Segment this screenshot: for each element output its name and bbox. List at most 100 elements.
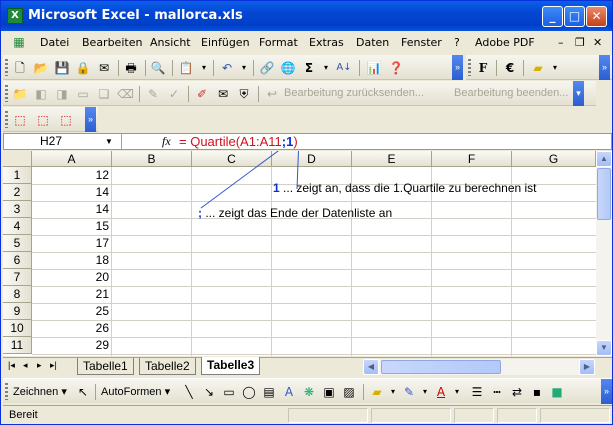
textbox-icon[interactable]: ▤ <box>261 384 277 400</box>
toolbar-grip[interactable] <box>5 59 8 76</box>
arrow-style-icon[interactable]: ⇄ <box>509 384 525 400</box>
scroll-up-icon[interactable]: ▲ <box>596 151 612 167</box>
worksheet-grid[interactable]: A B C D E F G 1 12 2 14 3 14 4 15 5 17 6… <box>3 151 596 356</box>
oval-icon[interactable]: ◯ <box>241 384 257 400</box>
toolbar-grip[interactable] <box>5 85 8 102</box>
horizontal-scroll-thumb[interactable] <box>381 360 501 374</box>
euro-icon[interactable]: € <box>502 60 518 76</box>
autosum-dropdown-icon[interactable]: ▾ <box>318 60 334 76</box>
first-sheet-icon[interactable]: |◂ <box>8 360 15 371</box>
new-icon[interactable]: 🗋 <box>12 60 28 76</box>
protect-icon[interactable]: ⛨ <box>236 86 252 102</box>
menu-extras[interactable]: Extras <box>309 36 344 49</box>
line-icon[interactable]: ╲ <box>181 384 197 400</box>
research-icon[interactable]: 🔍 <box>150 60 166 76</box>
menu-adobe-pdf[interactable]: Adobe PDF <box>475 36 535 49</box>
insert-function-icon[interactable]: fx <box>162 134 171 149</box>
diagram-icon[interactable]: ❋ <box>301 384 317 400</box>
scroll-right-icon[interactable]: ▶ <box>579 359 595 375</box>
doc-close-button[interactable]: ✕ <box>593 36 602 49</box>
previous-comment-icon[interactable]: ◧ <box>33 86 49 102</box>
drawing-toolbar-chevron[interactable]: » <box>601 379 612 404</box>
menu-daten[interactable]: Daten <box>356 36 389 49</box>
convert-to-pdf-icon[interactable]: ⬚ <box>12 112 28 128</box>
arrow-icon[interactable]: ↘ <box>201 384 217 400</box>
save-icon[interactable]: 💾 <box>54 60 70 76</box>
pdf-email-icon[interactable]: ⬚ <box>35 112 51 128</box>
edit-icon[interactable]: ✐ <box>194 86 210 102</box>
show-comment-icon[interactable]: ▭ <box>75 86 91 102</box>
vertical-scroll-thumb[interactable] <box>597 168 611 220</box>
show-all-comments-icon[interactable]: ❏ <box>96 86 112 102</box>
shadow-icon[interactable]: ▪ <box>529 384 545 400</box>
toolbar-options-chevron[interactable]: » <box>452 55 463 80</box>
rectangle-icon[interactable]: ▭ <box>221 384 237 400</box>
zeichnen-menu[interactable]: Zeichnen ▾ <box>13 385 67 398</box>
open-icon[interactable]: 📂 <box>33 60 49 76</box>
autosum-icon[interactable]: Σ <box>301 60 317 76</box>
font-color-icon[interactable]: A <box>433 384 449 400</box>
toolbar-grip[interactable] <box>5 111 8 128</box>
close-button[interactable]: ✕ <box>586 6 607 27</box>
paste-icon[interactable]: 📋 <box>178 60 194 76</box>
scroll-down-icon[interactable]: ▼ <box>596 340 612 356</box>
font-color-dropdown-icon[interactable]: ▾ <box>449 384 465 400</box>
bold-icon[interactable]: F <box>475 60 491 76</box>
chart-wizard-icon[interactable]: 📊 <box>366 60 382 76</box>
sort-ascending-icon[interactable]: A↓ <box>336 60 352 76</box>
accept-change-icon[interactable]: ✓ <box>166 86 182 102</box>
menu-bearbeiten[interactable]: Bearbeiten <box>82 36 142 49</box>
prev-sheet-icon[interactable]: ◂ <box>23 360 28 371</box>
scroll-left-icon[interactable]: ◀ <box>363 359 379 375</box>
delete-comment-icon[interactable]: ⌫ <box>117 86 134 102</box>
doc-restore-button[interactable]: ❐ <box>575 36 585 49</box>
menu-format[interactable]: Format <box>259 36 298 49</box>
clipart-icon[interactable]: ▣ <box>321 384 337 400</box>
sheet-tab-tabelle3[interactable]: Tabelle3 <box>201 357 261 375</box>
minimize-button[interactable]: _ <box>542 6 563 27</box>
pdf-toolbar-chevron[interactable]: » <box>85 107 96 132</box>
dash-style-icon[interactable]: ┅ <box>489 384 505 400</box>
toolbar-grip[interactable] <box>5 383 8 400</box>
fill-color-dropdown-icon[interactable]: ▾ <box>547 60 563 76</box>
email-icon[interactable]: ✉ <box>96 60 112 76</box>
excel-app-icon[interactable]: X <box>7 8 23 24</box>
select-objects-icon[interactable]: ↖ <box>75 384 91 400</box>
wordart-icon[interactable]: A <box>281 384 297 400</box>
sheet-tab-tabelle2[interactable]: Tabelle2 <box>139 358 196 375</box>
line-color-dropdown-icon[interactable]: ▾ <box>417 384 433 400</box>
vertical-scrollbar[interactable]: ▲ ▼ <box>596 151 612 356</box>
document-icon[interactable]: ▦ <box>11 34 27 50</box>
menu-fenster[interactable]: Fenster <box>401 36 442 49</box>
name-box-dropdown-icon[interactable]: ▼ <box>105 134 113 149</box>
pdf-review-icon[interactable]: ⬚ <box>58 112 74 128</box>
reviewing-toolbar-chevron[interactable]: ▾ <box>573 81 584 106</box>
folder-icon[interactable]: 📁 <box>12 86 28 102</box>
reply-with-changes-icon[interactable]: ↩ <box>264 86 280 102</box>
sheet-tab-tabelle1[interactable]: Tabelle1 <box>77 358 134 375</box>
end-review-button[interactable]: Bearbeitung beenden... <box>454 87 568 99</box>
formatting-toolbar-chevron[interactable]: » <box>599 55 610 80</box>
3d-icon[interactable]: ■ <box>549 384 565 400</box>
formula-input[interactable]: = Quartile(A1:A11;1) <box>179 134 298 149</box>
menu-einfuegen[interactable]: Einfügen <box>201 36 250 49</box>
menu-help[interactable]: ? <box>454 36 460 49</box>
next-comment-icon[interactable]: ◨ <box>54 86 70 102</box>
track-changes-icon[interactable]: ✎ <box>145 86 161 102</box>
fill-color-icon[interactable]: ▰ <box>369 384 385 400</box>
horizontal-scrollbar[interactable]: ◀ ▶ <box>363 359 595 375</box>
maximize-button[interactable]: □ <box>564 6 585 27</box>
doc-minimize-button[interactable]: – <box>558 36 564 49</box>
hyperlink-icon[interactable]: 🔗 <box>259 60 275 76</box>
reply-with-changes-button[interactable]: Bearbeitung zurücksenden... <box>284 87 424 99</box>
menu-datei[interactable]: Datei <box>40 36 69 49</box>
line-style-icon[interactable]: ☰ <box>469 384 485 400</box>
toolbar-grip[interactable] <box>468 59 471 76</box>
undo-icon[interactable]: ↶ <box>219 60 235 76</box>
menu-ansicht[interactable]: Ansicht <box>150 36 191 49</box>
permission-icon[interactable]: 🔒 <box>75 60 91 76</box>
picture-icon[interactable]: ▨ <box>341 384 357 400</box>
next-sheet-icon[interactable]: ▸ <box>37 360 42 371</box>
internet-icon[interactable]: 🌐 <box>280 60 296 76</box>
send-icon[interactable]: ✉ <box>215 86 231 102</box>
